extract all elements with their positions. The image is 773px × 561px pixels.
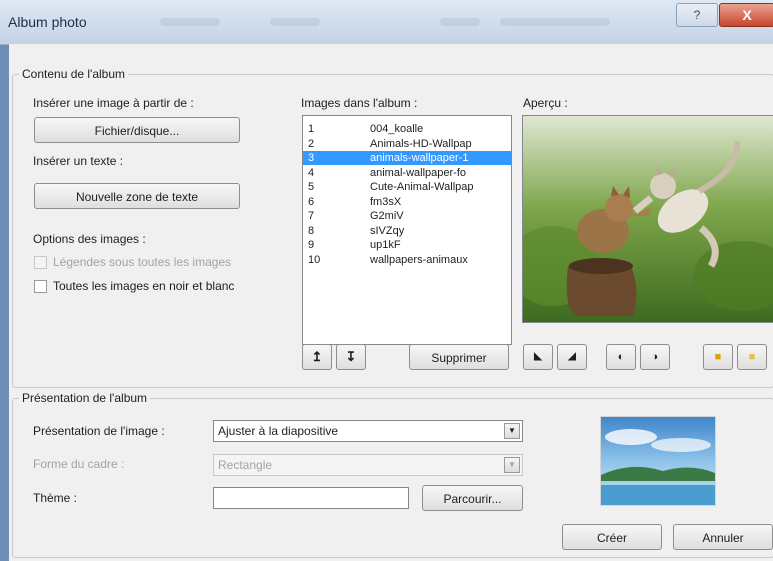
album-layout-group-label: Présentation de l'album <box>19 391 151 405</box>
new-textbox-button[interactable]: Nouvelle zone de texte <box>34 183 240 209</box>
lake-landscape-image <box>601 417 715 505</box>
album-content-group-label: Contenu de l'album <box>19 67 129 81</box>
list-item-name: sIVZqy <box>370 224 405 237</box>
list-item[interactable]: 9 up1kF <box>303 238 511 252</box>
move-down-button[interactable]: ↧ <box>336 344 366 370</box>
theme-label: Thème : <box>33 491 78 505</box>
list-item[interactable]: 6 fm3sX <box>303 195 511 209</box>
list-item[interactable]: 10 wallpapers-animaux <box>303 253 511 267</box>
list-item[interactable]: 1 004_koalle <box>303 122 511 136</box>
title-bar-decoration <box>270 18 320 26</box>
image-preview <box>508 115 773 323</box>
list-item[interactable]: 3 animals-wallpaper-1 <box>303 151 511 165</box>
list-item-name: wallpapers-animaux <box>370 253 468 266</box>
list-item-number: 6 <box>308 195 315 208</box>
list-item-name: animals-wallpaper-1 <box>370 152 469 164</box>
increase-contrast-icon[interactable]: ◐ <box>606 344 636 370</box>
cancel-button[interactable]: Annuler <box>673 524 773 550</box>
window-title: Album photo <box>8 14 87 30</box>
list-item-name: Animals-HD-Wallpap <box>370 137 472 150</box>
file-disk-button[interactable]: Fichier/disque... <box>34 117 240 143</box>
title-bar-decoration <box>500 18 610 26</box>
list-item-number: 3 <box>308 152 315 164</box>
preview-label: Aperçu : <box>523 96 568 110</box>
increase-brightness-icon[interactable]: ■ <box>703 344 733 370</box>
dialog-body: Contenu de l'album Insérer une image à p… <box>9 44 773 561</box>
list-item-name: 004_koalle <box>370 123 424 135</box>
list-item[interactable]: 4 animal-wallpaper-fo <box>303 166 511 180</box>
list-item-name: up1kF <box>370 239 401 251</box>
decrease-brightness-icon[interactable]: ■ <box>737 344 767 370</box>
list-item-number: 8 <box>308 224 315 237</box>
list-item[interactable]: 7 G2miV <box>303 209 511 223</box>
kittens-photo <box>508 116 773 322</box>
rotate-left-icon[interactable]: ◣ <box>523 344 553 370</box>
list-item-number: 9 <box>308 239 315 251</box>
title-bar-decoration <box>440 18 480 26</box>
images-in-album-label: Images dans l'album : <box>301 96 418 110</box>
list-item-number: 5 <box>308 181 315 193</box>
captions-checkbox[interactable] <box>34 256 47 269</box>
list-item-name: fm3sX <box>370 195 402 208</box>
browse-button[interactable]: Parcourir... <box>422 485 523 511</box>
layout-preview-thumbnail <box>600 416 716 506</box>
list-item[interactable]: 5 Cute-Animal-Wallpap <box>303 180 511 194</box>
image-layout-dropdown[interactable]: Ajuster à la diapositive ▼ <box>213 420 523 442</box>
captions-checkbox-label: Légendes sous toutes les images <box>53 255 232 269</box>
list-item[interactable]: 2 Animals-HD-Wallpap <box>303 137 511 151</box>
list-item-number: 10 <box>308 253 321 266</box>
insert-text-label: Insérer un texte : <box>33 154 124 168</box>
frame-shape-label: Forme du cadre : <box>33 457 125 471</box>
list-item-name: animal-wallpaper-fo <box>370 166 466 179</box>
list-item-number: 4 <box>308 166 315 179</box>
title-bar-decoration <box>160 18 220 26</box>
theme-input[interactable] <box>213 487 409 509</box>
image-options-label: Options des images : <box>33 232 146 246</box>
move-up-button[interactable]: ↥ <box>302 344 332 370</box>
help-button[interactable]: ? <box>676 3 718 27</box>
chevron-down-icon: ▼ <box>504 457 520 473</box>
list-item-name: G2miV <box>370 210 404 222</box>
rotate-right-icon[interactable]: ◢ <box>557 344 587 370</box>
black-white-checkbox-label: Toutes les images en noir et blanc <box>53 279 235 293</box>
list-item-number: 7 <box>308 210 315 222</box>
decrease-contrast-icon[interactable]: ◑ <box>640 344 670 370</box>
create-button[interactable]: Créer <box>562 524 662 550</box>
remove-button[interactable]: Supprimer <box>409 344 509 370</box>
black-white-checkbox[interactable] <box>34 280 47 293</box>
image-layout-value: Ajuster à la diapositive <box>218 424 339 438</box>
title-bar: Album photo ? X <box>0 0 773 45</box>
chevron-down-icon: ▼ <box>504 423 520 439</box>
images-listbox[interactable]: 1 004_koalle 2 Animals-HD-Wallpap 3 animals-w… <box>302 115 512 345</box>
list-item-name: Cute-Animal-Wallpap <box>370 181 474 193</box>
close-button[interactable]: X <box>719 3 773 27</box>
frame-shape-value: Rectangle <box>218 458 273 472</box>
list-item[interactable]: 8 sIVZqy <box>303 224 511 238</box>
list-item-number: 1 <box>308 123 315 135</box>
insert-image-label: Insérer une image à partir de : <box>33 96 194 110</box>
image-layout-label: Présentation de l'image : <box>33 424 165 438</box>
list-item-number: 2 <box>308 137 315 150</box>
frame-shape-dropdown[interactable]: Rectangle ▼ <box>213 454 523 476</box>
